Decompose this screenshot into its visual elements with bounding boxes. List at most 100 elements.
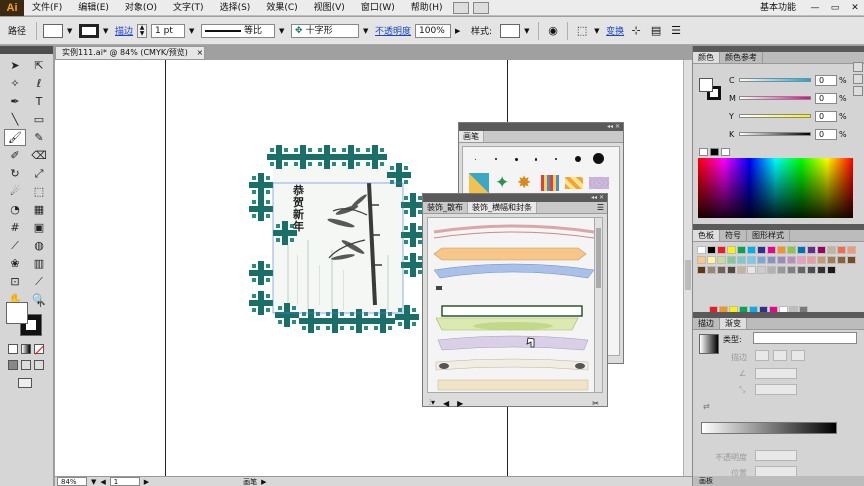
swatch-chip[interactable] — [767, 266, 776, 274]
menu-view[interactable]: 视图(V) — [306, 0, 353, 16]
panel-icon[interactable] — [853, 62, 863, 72]
swatch-chip[interactable] — [757, 256, 766, 264]
direct-selection-tool-icon[interactable]: ⇱ — [28, 57, 50, 74]
toolbox-grip[interactable] — [0, 46, 53, 54]
tab-symbols[interactable]: 符号 — [720, 230, 747, 241]
swatch-chip[interactable] — [747, 266, 756, 274]
swatch-chip[interactable] — [707, 246, 716, 254]
chevron-down-icon[interactable]: ▼ — [91, 478, 96, 486]
swatch-chip[interactable] — [827, 256, 836, 264]
mesh-tool-icon[interactable]: # — [4, 219, 26, 236]
gradient-tool-icon[interactable]: ▣ — [28, 219, 50, 236]
workspace-switcher[interactable]: 基本功能 — [752, 0, 804, 16]
rotate-tool-icon[interactable]: ↻ — [4, 165, 26, 182]
swatch-chip[interactable] — [787, 246, 796, 254]
swatch-chip[interactable] — [807, 246, 816, 254]
transform-link[interactable]: 变换 — [606, 24, 624, 37]
black-chip[interactable] — [710, 148, 719, 156]
align-icon[interactable]: ⬚ — [574, 23, 590, 39]
scale-tool-icon[interactable]: ⤢ — [28, 165, 50, 182]
swatch-chip[interactable] — [717, 266, 726, 274]
fill-swatch[interactable] — [43, 23, 64, 38]
color-mode-icon[interactable] — [8, 344, 18, 354]
brush-swatch[interactable] — [565, 177, 583, 189]
minimize-icon[interactable]: — — [806, 1, 824, 15]
eraser-tool-icon[interactable]: ⌫ — [28, 147, 50, 164]
panel-menu-icon[interactable]: ☰ — [668, 23, 684, 39]
magic-wand-tool-icon[interactable]: ✧ — [4, 75, 26, 92]
swatch-chip[interactable] — [727, 246, 736, 254]
blend-tool-icon[interactable]: ◍ — [28, 237, 50, 254]
swatch-chip[interactable] — [777, 256, 786, 264]
swatch-chip[interactable] — [777, 246, 786, 254]
swatch-chip[interactable] — [707, 266, 716, 274]
panel-menu-icon[interactable]: ☰ — [597, 202, 607, 213]
canvas-vertical-scrollbar[interactable] — [683, 60, 692, 476]
gradient-type-select[interactable] — [753, 332, 857, 344]
tab-decorative-scatter[interactable]: 装饰_散布 — [423, 202, 468, 213]
gradient-mode-icon[interactable] — [21, 344, 31, 354]
swatch-chip[interactable] — [717, 246, 726, 254]
swatch-chip[interactable] — [707, 256, 716, 264]
swatch-chip[interactable] — [787, 266, 796, 274]
swatch-chip[interactable] — [747, 246, 756, 254]
swatch-chip[interactable] — [827, 246, 836, 254]
graphic-style-swatch[interactable] — [500, 23, 521, 38]
variable-width-profile[interactable]: 等比 — [201, 23, 276, 38]
swatch-chip[interactable] — [737, 266, 746, 274]
brush-swatch[interactable] — [535, 158, 537, 161]
document-tab[interactable]: 实例111.ai* @ 84% (CMYK/预览) × — [55, 46, 205, 60]
black-field[interactable]: 0 — [815, 128, 837, 140]
zoom-field[interactable]: 84% — [57, 477, 87, 486]
swatch-chip[interactable] — [697, 246, 706, 254]
swatch-chip[interactable] — [817, 256, 826, 264]
cyan-field[interactable]: 0 — [815, 74, 837, 86]
draw-inside-icon[interactable] — [34, 360, 44, 370]
swatch-chip[interactable] — [837, 256, 846, 264]
prev-icon[interactable]: ◀ — [443, 399, 449, 408]
chevron-down-icon[interactable]: ▼ — [279, 27, 287, 35]
type-tool-icon[interactable]: T — [28, 93, 50, 110]
bridge-icon[interactable] — [452, 1, 469, 14]
menu-file[interactable]: 文件(F) — [24, 0, 70, 16]
swatch-chip[interactable] — [807, 256, 816, 264]
panel-icon[interactable] — [853, 86, 863, 96]
stroke-weight-field[interactable]: 1 pt — [151, 23, 186, 38]
brush-swatch[interactable] — [555, 158, 557, 160]
chevron-down-icon[interactable]: ▼ — [524, 27, 532, 35]
swatch-chip[interactable] — [817, 246, 826, 254]
close-tab-icon[interactable]: × — [196, 48, 203, 57]
swatch-chip[interactable] — [787, 256, 796, 264]
brush-swatch[interactable] — [515, 158, 518, 161]
menu-effect[interactable]: 效果(C) — [258, 0, 305, 16]
line-tool-icon[interactable]: ╲ — [4, 111, 26, 128]
brush-swatch[interactable] — [593, 153, 604, 164]
fill-stroke-widget[interactable]: ↰ — [6, 300, 46, 340]
draw-behind-icon[interactable] — [21, 360, 31, 370]
tab-banners-seals[interactable]: 装饰_横幅和封条 — [468, 202, 537, 213]
new-year-artwork[interactable]: 恭 贺 新 年 — [247, 145, 427, 335]
swatch-chip[interactable] — [757, 266, 766, 274]
brush-swatch[interactable] — [541, 175, 559, 191]
chevron-down-icon[interactable]: ▼ — [67, 27, 75, 35]
yellow-field[interactable]: 0 — [815, 110, 837, 122]
yellow-slider[interactable]: Y 0 % — [729, 110, 847, 122]
artboards-tab[interactable]: 画板 — [693, 476, 864, 486]
menu-object[interactable]: 对象(O) — [117, 0, 165, 16]
swatch-chip[interactable] — [737, 256, 746, 264]
pen-tool-icon[interactable]: ✒ — [4, 93, 26, 110]
opacity-link[interactable]: 不透明度 — [375, 24, 411, 37]
tab-color[interactable]: 颜色 — [693, 52, 720, 63]
chevron-down-icon[interactable]: ▶ — [455, 27, 463, 35]
swatch-chip[interactable] — [697, 266, 706, 274]
column-graph-tool-icon[interactable]: ▥ — [28, 255, 50, 272]
shape-builder-tool-icon[interactable]: ◔ — [4, 201, 26, 218]
none-mode-icon[interactable] — [34, 344, 45, 355]
close-icon[interactable]: ✕ — [846, 1, 864, 15]
swatch-chip[interactable] — [817, 266, 826, 274]
none-chip[interactable] — [699, 148, 708, 156]
brush-swatch[interactable]: ✸ — [517, 173, 531, 193]
lasso-tool-icon[interactable]: ℓ — [28, 75, 50, 92]
brushes-tab[interactable]: 画笔 — [459, 131, 484, 142]
brush-swatch[interactable] — [575, 156, 581, 162]
